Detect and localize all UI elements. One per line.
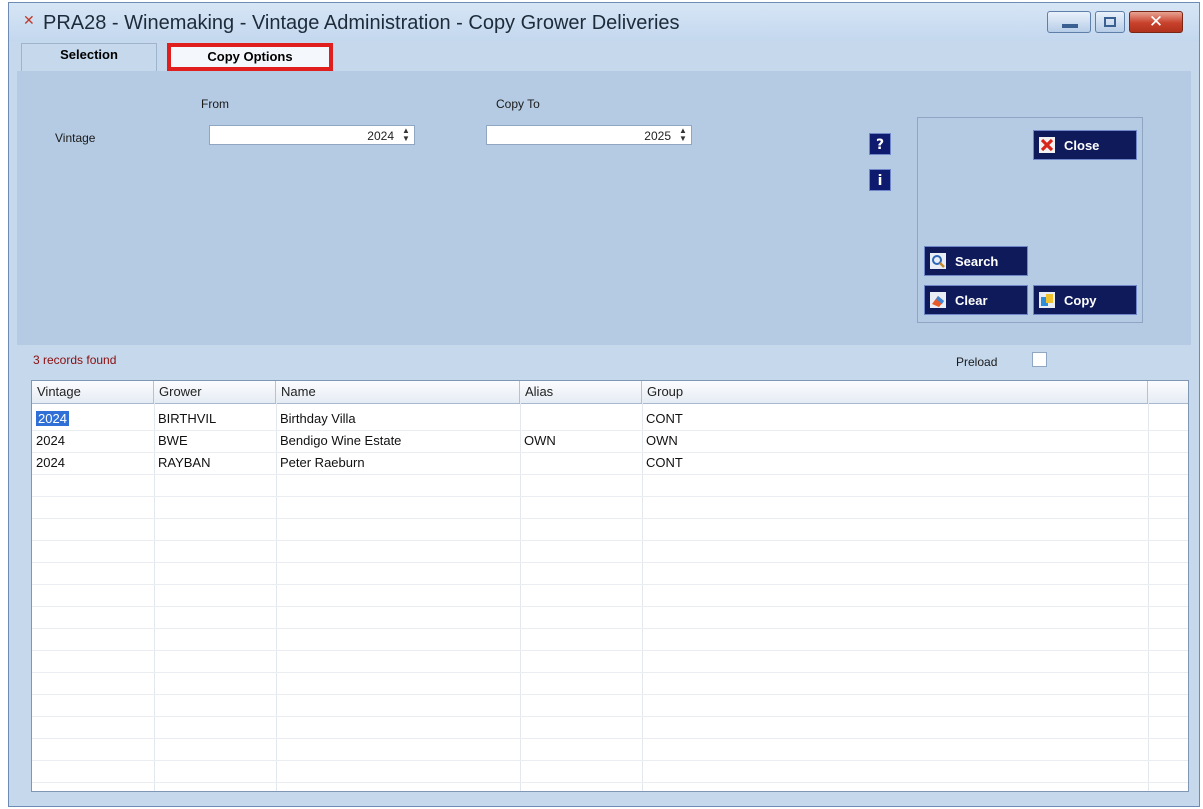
empty-row bbox=[32, 628, 1188, 651]
name-cell: Peter Raeburn bbox=[280, 455, 365, 470]
app-icon: ✕ bbox=[23, 13, 35, 29]
close-button[interactable]: Close bbox=[1033, 130, 1137, 160]
vintage-cell: 2024 bbox=[36, 455, 65, 470]
eraser-icon bbox=[930, 292, 946, 308]
group-cell: CONT bbox=[646, 411, 683, 426]
window-title: PRA28 - Winemaking - Vintage Administrat… bbox=[43, 12, 680, 34]
group-cell: OWN bbox=[646, 433, 678, 448]
empty-row bbox=[32, 694, 1188, 717]
empty-row bbox=[32, 584, 1188, 607]
alias-cell bbox=[520, 408, 524, 430]
search-button-label: Search bbox=[955, 254, 999, 269]
column-header-grower[interactable]: Grower bbox=[154, 381, 276, 403]
grower-cell: BIRTHVIL bbox=[158, 411, 217, 426]
empty-row bbox=[32, 540, 1188, 563]
maximize-button[interactable] bbox=[1095, 11, 1125, 33]
clear-button-label: Clear bbox=[955, 293, 988, 308]
maximize-icon bbox=[1104, 17, 1116, 27]
empty-row bbox=[32, 672, 1188, 695]
empty-row bbox=[32, 650, 1188, 673]
group-cell: CONT bbox=[646, 455, 683, 470]
empty-row bbox=[32, 760, 1188, 783]
column-header-name[interactable]: Name bbox=[276, 381, 520, 403]
copy-to-label: Copy To bbox=[496, 97, 540, 111]
title-bar: ✕ PRA28 - Winemaking - Vintage Administr… bbox=[9, 3, 1199, 41]
copy-icon bbox=[1039, 292, 1055, 308]
selected-cell-text: 2024 bbox=[36, 411, 69, 426]
column-header-alias[interactable]: Alias bbox=[520, 381, 642, 403]
vintage-cell: 2024 bbox=[36, 433, 65, 448]
empty-row bbox=[32, 562, 1188, 585]
clear-button[interactable]: Clear bbox=[924, 285, 1028, 315]
minimize-icon bbox=[1062, 24, 1078, 28]
table-row[interactable]: 2024 BWE Bendigo Wine Estate OWN OWN bbox=[32, 430, 1188, 453]
empty-row bbox=[32, 738, 1188, 761]
app-window: ✕ PRA28 - Winemaking - Vintage Administr… bbox=[8, 2, 1200, 807]
from-vintage-value: 2024 bbox=[367, 129, 394, 143]
alias-cell: OWN bbox=[524, 433, 556, 448]
help-icon[interactable]: ? bbox=[869, 133, 891, 155]
alias-cell bbox=[520, 452, 524, 474]
close-button-label: Close bbox=[1064, 138, 1100, 153]
from-vintage-spinner[interactable]: 2024 ▲ ▼ bbox=[209, 125, 415, 145]
action-button-group: Close Search Clear Copy bbox=[917, 117, 1143, 323]
deliveries-grid[interactable]: Vintage Grower Name Alias Group 2024 BIR… bbox=[31, 380, 1189, 792]
copy-button[interactable]: Copy bbox=[1033, 285, 1137, 315]
vintage-cell: 2024 bbox=[32, 408, 69, 430]
close-icon bbox=[1039, 137, 1055, 153]
column-header-vintage[interactable]: Vintage bbox=[32, 381, 154, 403]
table-row[interactable]: 2024 RAYBAN Peter Raeburn CONT bbox=[32, 452, 1188, 475]
search-icon bbox=[930, 253, 946, 269]
preload-checkbox[interactable] bbox=[1032, 352, 1047, 367]
name-cell: Bendigo Wine Estate bbox=[280, 433, 402, 448]
grid-header: Vintage Grower Name Alias Group bbox=[32, 381, 1188, 404]
spinner-arrows-icon[interactable]: ▲ ▼ bbox=[401, 127, 411, 143]
empty-row bbox=[32, 606, 1188, 629]
copyto-vintage-value: 2025 bbox=[644, 129, 671, 143]
window-close-button[interactable]: ✕ bbox=[1129, 11, 1183, 33]
empty-row bbox=[32, 474, 1188, 497]
search-button[interactable]: Search bbox=[924, 246, 1028, 276]
name-cell: Birthday Villa bbox=[280, 411, 356, 426]
vintage-label: Vintage bbox=[55, 131, 96, 145]
table-row[interactable]: 2024 BIRTHVIL Birthday Villa CONT bbox=[32, 408, 1188, 431]
info-icon[interactable]: i bbox=[869, 169, 891, 191]
tab-selection[interactable]: Selection bbox=[21, 43, 157, 71]
grower-cell: BWE bbox=[158, 433, 188, 448]
grower-cell: RAYBAN bbox=[158, 455, 211, 470]
empty-row bbox=[32, 518, 1188, 541]
empty-row bbox=[32, 716, 1188, 739]
tab-strip: Selection Copy Options bbox=[19, 41, 1199, 71]
copyto-vintage-spinner[interactable]: 2025 ▲ ▼ bbox=[486, 125, 692, 145]
from-label: From bbox=[201, 97, 229, 111]
selection-panel: From Copy To Vintage 2024 ▲ ▼ 2025 ▲ ▼ ? i… bbox=[17, 71, 1191, 345]
copy-button-label: Copy bbox=[1064, 293, 1097, 308]
minimize-button[interactable] bbox=[1047, 11, 1091, 33]
records-found-status: 3 records found bbox=[33, 353, 117, 367]
empty-row bbox=[32, 496, 1188, 519]
tab-copy-options[interactable]: Copy Options bbox=[167, 43, 333, 71]
preload-label: Preload bbox=[956, 355, 998, 369]
spinner-arrows-icon[interactable]: ▲ ▼ bbox=[678, 127, 688, 143]
column-header-group[interactable]: Group bbox=[642, 381, 1148, 403]
